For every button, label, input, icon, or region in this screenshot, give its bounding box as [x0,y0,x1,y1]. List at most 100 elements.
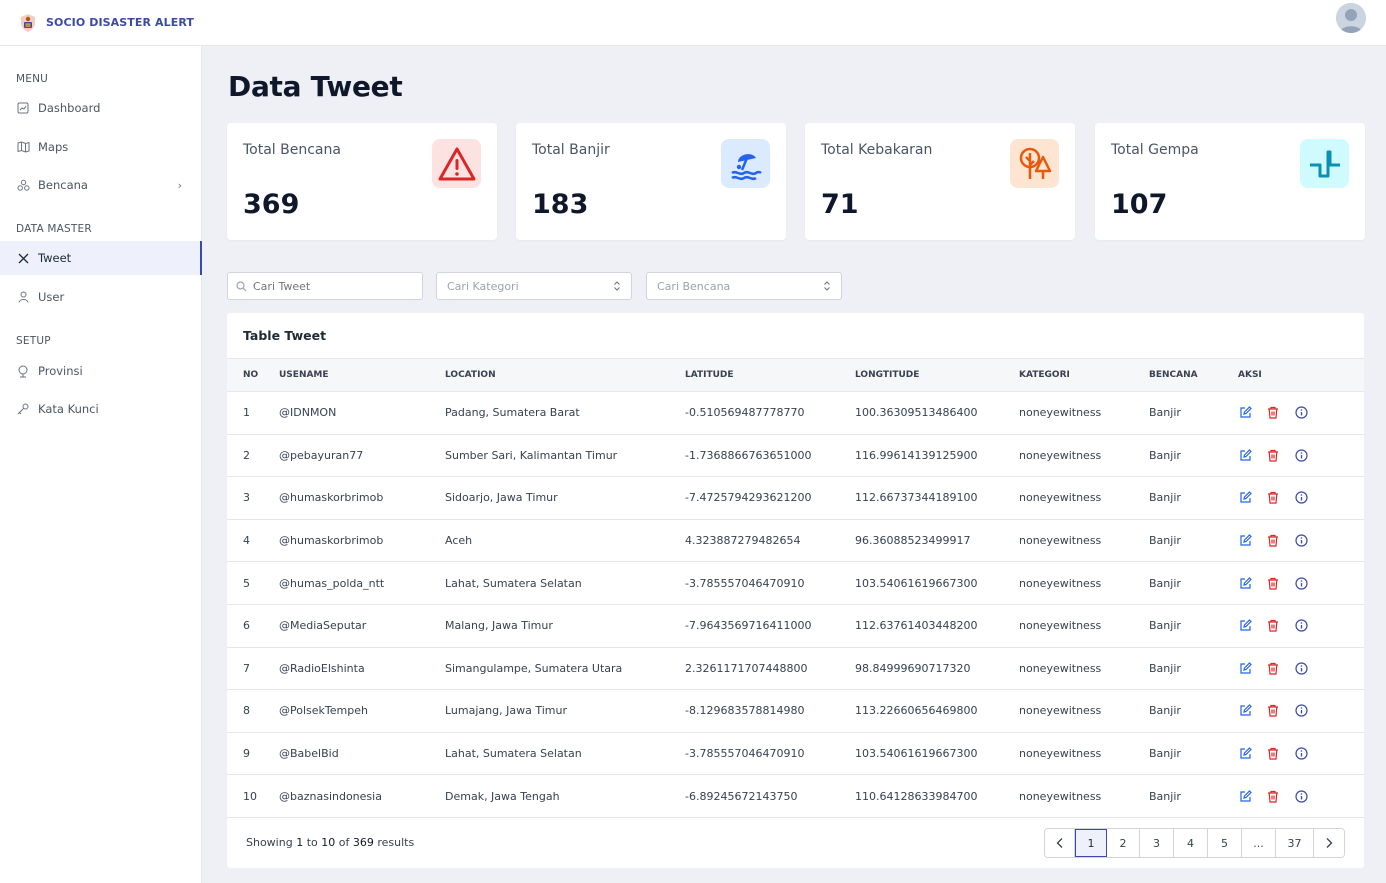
cell-username: @humaskorbrimob [279,476,445,520]
cell-no: 3 [227,476,279,520]
showing-total: 369 [352,836,374,849]
delete-icon[interactable] [1266,534,1280,548]
cell-actions [1238,434,1364,478]
kategori-select[interactable]: Cari Kategori [436,272,632,300]
sidebar-item-provinsi[interactable]: Provinsi [0,354,202,388]
edit-icon[interactable] [1238,661,1252,675]
delete-icon[interactable] [1266,704,1280,718]
cell-bencana: Banjir [1149,561,1238,605]
info-icon[interactable] [1294,576,1308,590]
showing-results-word: results [377,836,415,849]
top-bar: SOCIO DISASTER ALERT [0,0,1386,46]
showing-from: 1 [296,836,304,849]
stat-card-total-banjir: Total Banjir 183 [516,123,786,240]
delete-icon[interactable] [1266,747,1280,761]
user-icon [16,290,30,304]
stat-card-total-bencana: Total Bencana 369 [227,123,497,240]
chevron-right-icon [1326,838,1333,848]
kategori-select-placeholder: Cari Kategori [447,279,519,293]
pagination-page-2[interactable]: 2 [1107,829,1140,857]
table-row: 7 @RadioElshinta Simangulampe, Sumatera Ut… [227,647,1364,691]
sidebar-item-kata-kunci[interactable]: Kata Kunci [0,392,202,426]
cell-actions [1238,689,1364,733]
edit-icon[interactable] [1238,576,1252,590]
info-icon[interactable] [1294,534,1308,548]
cell-longitude: 103.54061619667300 [855,732,1019,776]
key-icon [16,402,30,416]
info-icon[interactable] [1294,661,1308,675]
delete-icon[interactable] [1266,448,1280,462]
stat-card-value: 183 [532,189,589,220]
stat-card-label: Total Banjir [532,142,610,158]
cell-actions [1238,732,1364,776]
delete-icon[interactable] [1266,789,1280,803]
sidebar-item-user[interactable]: User [0,280,202,314]
delete-icon[interactable] [1266,491,1280,505]
cell-location: Lahat, Sumatera Selatan [445,561,685,605]
cell-longitude: 96.36088523499917 [855,519,1019,563]
column-header-aksi: AKSI [1238,358,1364,392]
user-avatar[interactable] [1336,3,1366,33]
sidebar-item-tweet[interactable]: Tweet [0,241,202,275]
info-icon[interactable] [1294,448,1308,462]
table-row: 5 @humas_polda_ntt Lahat, Sumatera Selatan… [227,561,1364,605]
brand[interactable]: SOCIO DISASTER ALERT [18,13,194,33]
delete-icon[interactable] [1266,619,1280,633]
info-icon[interactable] [1294,491,1308,505]
cell-longitude: 100.36309513486400 [855,391,1019,435]
stat-card-label: Total Gempa [1111,142,1199,158]
pagination-prev-button[interactable] [1045,829,1075,857]
pagination-page-4[interactable]: 4 [1174,829,1208,857]
pagination-summary: Showing 1 to 10 of 369 results [246,836,414,849]
search-tweet-field[interactable] [227,272,423,300]
tweet-table-panel: Table Tweet NO USENAME LOCATION LATITUDE… [227,313,1364,868]
sidebar-item-bencana[interactable]: Bencana › [0,168,202,202]
stat-card-value: 71 [821,189,859,220]
delete-icon[interactable] [1266,406,1280,420]
sidebar-item-label: Kata Kunci [38,402,99,416]
info-icon[interactable] [1294,704,1308,718]
edit-icon[interactable] [1238,619,1252,633]
cell-username: @PolsekTempeh [279,689,445,733]
pagination-page-3[interactable]: 3 [1140,829,1174,857]
edit-icon[interactable] [1238,704,1252,718]
sidebar-item-label: User [38,290,65,304]
cell-username: @humaskorbrimob [279,519,445,563]
cell-username: @RadioElshinta [279,647,445,691]
select-arrows-icon [823,280,831,295]
cell-kategori: noneyewitness [1019,391,1149,435]
edit-icon[interactable] [1238,491,1252,505]
search-tweet-input[interactable] [253,279,422,293]
info-icon[interactable] [1294,747,1308,761]
table-header-row: NO USENAME LOCATION LATITUDE LONGTITUDE … [227,358,1364,392]
info-icon[interactable] [1294,619,1308,633]
table-row: 1 @IDNMON Padang, Sumatera Barat -0.5105694… [227,391,1364,435]
edit-icon[interactable] [1238,406,1252,420]
edit-icon[interactable] [1238,747,1252,761]
cell-kategori: noneyewitness [1019,476,1149,520]
cell-username: @MediaSeputar [279,604,445,648]
trees-fire-icon [1010,139,1059,188]
sidebar-item-maps[interactable]: Maps [0,130,202,164]
info-icon[interactable] [1294,406,1308,420]
column-header-location: LOCATION [445,358,685,392]
alert-triangle-icon [432,139,481,188]
pagination-page-5[interactable]: 5 [1208,829,1242,857]
edit-icon[interactable] [1238,789,1252,803]
edit-icon[interactable] [1238,534,1252,548]
showing-to-word: to [306,836,318,849]
cell-no: 10 [227,774,279,818]
edit-icon[interactable] [1238,448,1252,462]
pagination-next-button[interactable] [1314,829,1344,857]
bencana-select-placeholder: Cari Bencana [657,279,731,293]
info-icon[interactable] [1294,789,1308,803]
delete-icon[interactable] [1266,661,1280,675]
sidebar-item-dashboard[interactable]: Dashboard [0,91,202,125]
delete-icon[interactable] [1266,576,1280,590]
pagination-page-1[interactable]: 1 [1075,829,1107,857]
showing-to: 10 [321,836,336,849]
pagination-page-37[interactable]: 37 [1276,829,1314,857]
bencana-select[interactable]: Cari Bencana [646,272,842,300]
page-title: Data Tweet [228,70,403,103]
cell-kategori: noneyewitness [1019,434,1149,478]
